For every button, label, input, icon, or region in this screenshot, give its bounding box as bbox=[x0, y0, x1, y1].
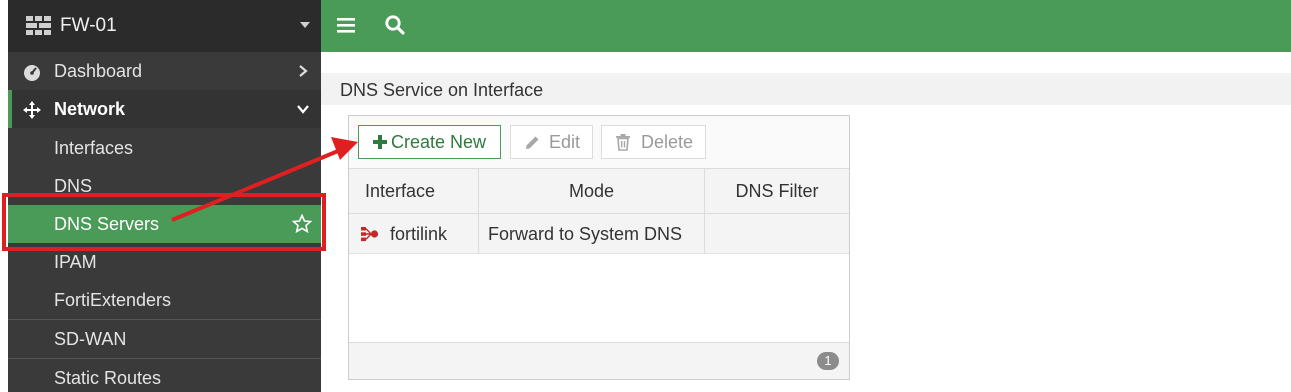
delete-label: Delete bbox=[641, 131, 694, 152]
page-title: DNS Service on Interface bbox=[321, 73, 1291, 105]
sidebar-item-network[interactable]: Network bbox=[8, 90, 321, 128]
sidebar-item-static-routes[interactable]: Static Routes bbox=[8, 359, 321, 392]
plus-icon bbox=[373, 135, 387, 149]
sidebar-item-label: Interfaces bbox=[54, 137, 134, 158]
sidebar-item-interfaces[interactable]: Interfaces bbox=[8, 129, 321, 167]
create-new-button[interactable]: Create New bbox=[358, 125, 501, 159]
pencil-icon bbox=[526, 136, 539, 149]
chevron-down-icon bbox=[297, 105, 309, 114]
delete-button[interactable]: Delete bbox=[601, 125, 706, 159]
dns-service-panel: Create New Edit Delete Interface Mode DN bbox=[348, 115, 850, 380]
active-section-accent bbox=[8, 90, 12, 128]
hamburger-menu-icon[interactable] bbox=[337, 16, 355, 34]
annotation-highlight-box bbox=[2, 193, 326, 251]
network-move-icon bbox=[23, 101, 41, 119]
top-bar bbox=[321, 0, 1291, 52]
cell-interface: fortilink bbox=[349, 214, 479, 254]
sidebar-item-sd-wan[interactable]: SD-WAN bbox=[8, 320, 321, 358]
sidebar-item-label: SD-WAN bbox=[54, 328, 127, 349]
sidebar-item-fortiextenders[interactable]: FortiExtenders bbox=[8, 281, 321, 319]
device-selector[interactable]: FW-01 bbox=[8, 0, 321, 52]
search-icon[interactable] bbox=[384, 14, 406, 36]
trash-icon bbox=[616, 134, 630, 151]
row-count-badge: 1 bbox=[817, 352, 839, 370]
edit-label: Edit bbox=[549, 131, 581, 152]
create-new-label: Create New bbox=[391, 131, 487, 152]
fortigate-logo-icon bbox=[26, 16, 51, 35]
cell-mode: Forward to System DNS bbox=[479, 214, 705, 254]
dashboard-gauge-icon bbox=[24, 65, 40, 81]
sidebar-item-label: Network bbox=[54, 98, 126, 119]
table-header: Interface Mode DNS Filter bbox=[349, 169, 849, 214]
column-header-mode[interactable]: Mode bbox=[479, 169, 705, 214]
device-name: FW-01 bbox=[60, 15, 117, 36]
cell-dns-filter bbox=[705, 214, 849, 254]
edit-button[interactable]: Edit bbox=[510, 125, 593, 159]
sidebar-item-label: Static Routes bbox=[54, 367, 162, 388]
sidebar-item-label: IPAM bbox=[54, 251, 97, 272]
column-header-interface[interactable]: Interface bbox=[349, 169, 479, 214]
column-header-dns-filter[interactable]: DNS Filter bbox=[705, 169, 849, 214]
caret-down-icon[interactable] bbox=[300, 22, 310, 28]
sidebar-item-label: FortiExtenders bbox=[54, 289, 172, 310]
sidebar-item-label: Dashboard bbox=[54, 60, 143, 81]
chevron-right-icon bbox=[299, 65, 308, 77]
interface-name: fortilink bbox=[390, 224, 448, 244]
sidebar-item-dashboard[interactable]: Dashboard bbox=[8, 52, 321, 90]
fortilink-interface-icon bbox=[361, 227, 379, 242]
toolbar: Create New Edit Delete bbox=[349, 116, 849, 169]
table-row[interactable]: fortilink Forward to System DNS bbox=[349, 214, 849, 254]
table-footer: 1 bbox=[349, 342, 849, 379]
